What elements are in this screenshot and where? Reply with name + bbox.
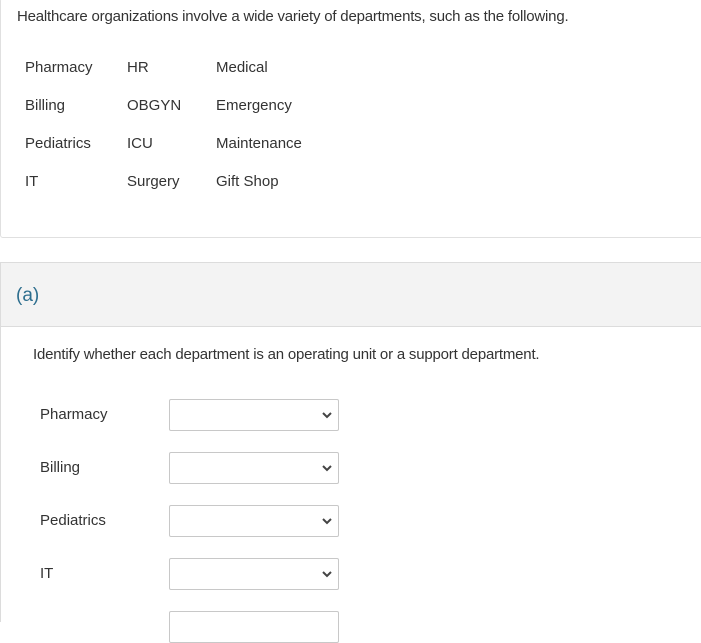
row-label-pharmacy: Pharmacy [40, 406, 108, 423]
department-item: Emergency [216, 97, 292, 114]
part-label: (a) [16, 285, 40, 306]
chevron-down-icon [322, 465, 332, 472]
department-item: Medical [216, 59, 268, 76]
select-pediatrics[interactable] [169, 505, 339, 537]
part-a-header: (a) [1, 263, 701, 327]
department-item: ICU [127, 135, 153, 152]
department-item: Pharmacy [25, 59, 93, 76]
select-pharmacy[interactable] [169, 399, 339, 431]
department-item: HR [127, 59, 149, 76]
department-item: Surgery [127, 173, 180, 190]
problem-intro-panel: Healthcare organizations involve a wide … [0, 0, 701, 238]
part-a-section: (a) Identify whether each department is … [0, 262, 701, 643]
department-item: IT [25, 173, 39, 190]
row-label-it: IT [40, 565, 54, 582]
question-text: Identify whether each department is an o… [33, 346, 540, 363]
select-billing[interactable] [169, 452, 339, 484]
department-item: Pediatrics [25, 135, 91, 152]
row-label-pediatrics: Pediatrics [40, 512, 106, 529]
department-list: Pharmacy HR Medical Billing OBGYN Emerge… [25, 58, 336, 210]
department-item: OBGYN [127, 97, 182, 114]
department-item: Maintenance [216, 135, 302, 152]
chevron-down-icon [322, 571, 332, 578]
select-it[interactable] [169, 558, 339, 590]
department-item: Gift Shop [216, 173, 279, 190]
chevron-down-icon [322, 412, 332, 419]
row-label-billing: Billing [40, 459, 81, 476]
department-item: Billing [25, 97, 66, 114]
select-next[interactable] [169, 611, 339, 643]
intro-text: Healthcare organizations involve a wide … [17, 8, 569, 25]
chevron-down-icon [322, 518, 332, 525]
